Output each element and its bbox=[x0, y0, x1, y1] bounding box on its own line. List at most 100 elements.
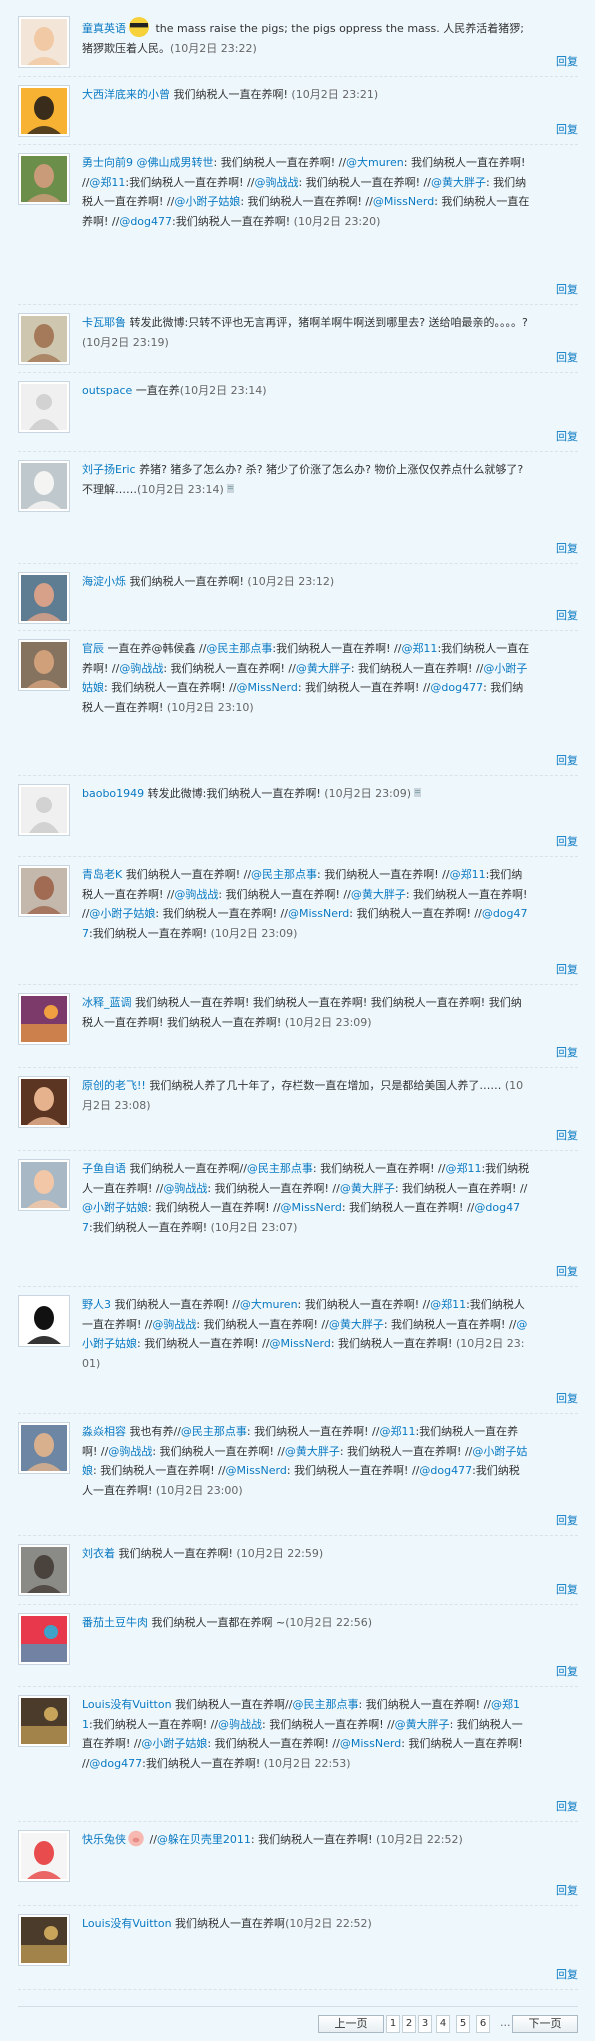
author-link[interactable]: 快乐兔侠 bbox=[82, 1833, 126, 1846]
reply-link[interactable]: 回复 bbox=[556, 833, 578, 849]
reply-link[interactable]: 回复 bbox=[556, 1127, 578, 1143]
mention-link[interactable]: @民主那点事 bbox=[251, 868, 317, 881]
page-link[interactable]: 4 bbox=[436, 2015, 450, 2033]
mention-link[interactable]: @MissNerd bbox=[281, 1201, 342, 1214]
avatar[interactable] bbox=[18, 1830, 70, 1882]
author-link[interactable]: 刘子扬Eric bbox=[82, 463, 136, 476]
mention-link[interactable]: @黄大胖子 bbox=[329, 1318, 384, 1331]
mention-link[interactable]: @民主那点事 bbox=[181, 1425, 247, 1438]
avatar[interactable] bbox=[18, 639, 70, 691]
mention-link[interactable]: @MissNerd bbox=[373, 195, 434, 208]
reply-link[interactable]: 回复 bbox=[556, 1663, 578, 1679]
reply-link[interactable]: 回复 bbox=[556, 1263, 578, 1279]
avatar[interactable] bbox=[18, 313, 70, 365]
author-link[interactable]: 大西洋底来的小曾 bbox=[82, 88, 170, 101]
mention-link[interactable]: @驹战战 bbox=[174, 888, 218, 901]
mention-link[interactable]: @郑11 bbox=[379, 1425, 415, 1438]
reply-link[interactable]: 回复 bbox=[556, 1044, 578, 1060]
mention-link[interactable]: @MissNerd bbox=[288, 907, 349, 920]
avatar[interactable] bbox=[18, 784, 70, 836]
avatar[interactable] bbox=[18, 1076, 70, 1128]
avatar[interactable] bbox=[18, 993, 70, 1045]
avatar[interactable] bbox=[18, 460, 70, 512]
prev-page-button[interactable]: 上一页 bbox=[318, 2015, 384, 2033]
page-link[interactable]: 3 bbox=[418, 2015, 432, 2033]
mention-link[interactable]: @大muren bbox=[240, 1298, 298, 1311]
reply-link[interactable]: 回复 bbox=[556, 281, 578, 297]
author-link[interactable]: 勇士向前9 @佛山成男转世 bbox=[82, 156, 214, 169]
reply-link[interactable]: 回复 bbox=[556, 349, 578, 365]
reply-link[interactable]: 回复 bbox=[556, 1966, 578, 1982]
mention-link[interactable]: @黄大胖子 bbox=[340, 1182, 395, 1195]
mention-link[interactable]: @大muren bbox=[346, 156, 404, 169]
author-link[interactable]: Louis没有Vuitton bbox=[82, 1698, 172, 1711]
reply-link[interactable]: 回复 bbox=[556, 1390, 578, 1406]
page-link[interactable]: 6 bbox=[476, 2015, 490, 2033]
author-link[interactable]: 卡瓦耶鲁 bbox=[82, 316, 126, 329]
reply-link[interactable]: 回复 bbox=[556, 121, 578, 137]
mention-link[interactable]: @MissNerd bbox=[270, 1337, 331, 1350]
reply-link[interactable]: 回复 bbox=[556, 53, 578, 69]
reply-link[interactable]: 回复 bbox=[556, 428, 578, 444]
reply-link[interactable]: 回复 bbox=[556, 1581, 578, 1597]
mention-link[interactable]: @郑11 bbox=[445, 1162, 481, 1175]
reply-link[interactable]: 回复 bbox=[556, 752, 578, 768]
mention-link[interactable]: @驹战战 bbox=[152, 1318, 196, 1331]
mention-link[interactable]: @黄大胖子 bbox=[431, 176, 486, 189]
mention-link[interactable]: @小跗子姑娘 bbox=[89, 907, 155, 920]
mention-link[interactable]: @驹战战 bbox=[218, 1718, 262, 1731]
mention-link[interactable]: @小跗子姑娘 bbox=[82, 1201, 148, 1214]
reply-link[interactable]: 回复 bbox=[556, 540, 578, 556]
next-page-button[interactable]: 下一页 bbox=[512, 2015, 578, 2033]
avatar[interactable] bbox=[18, 1544, 70, 1596]
avatar[interactable] bbox=[18, 1295, 70, 1347]
author-link[interactable]: Louis没有Vuitton bbox=[82, 1917, 172, 1930]
author-link[interactable]: 野人3 bbox=[82, 1298, 111, 1311]
avatar[interactable] bbox=[18, 1695, 70, 1747]
author-link[interactable]: 童真英语 bbox=[82, 22, 126, 35]
mention-link[interactable]: @驹战战 bbox=[108, 1445, 152, 1458]
author-link[interactable]: 子鱼自语 bbox=[82, 1162, 126, 1175]
mention-link[interactable]: @MissNerd bbox=[226, 1464, 287, 1477]
mention-link[interactable]: @郑11 bbox=[450, 868, 486, 881]
avatar[interactable] bbox=[18, 153, 70, 205]
author-link[interactable]: 冰释_蓝调 bbox=[82, 996, 132, 1009]
author-link[interactable]: 淼焱相容 bbox=[82, 1425, 126, 1438]
mention-link[interactable]: @dog477 bbox=[430, 681, 483, 694]
mention-link[interactable]: @民主那点事 bbox=[292, 1698, 358, 1711]
page-link[interactable]: 2 bbox=[402, 2015, 416, 2033]
mention-link[interactable]: @郑11 bbox=[401, 642, 437, 655]
mention-link[interactable]: @黄大胖子 bbox=[285, 1445, 340, 1458]
mention-link[interactable]: @郑11 bbox=[430, 1298, 466, 1311]
mention-link[interactable]: @dog477 bbox=[419, 1464, 472, 1477]
reply-link[interactable]: 回复 bbox=[556, 1512, 578, 1528]
mention-link[interactable]: @民主那点事 bbox=[247, 1162, 313, 1175]
mention-link[interactable]: @躲在贝壳里2011 bbox=[157, 1833, 251, 1846]
mention-link[interactable]: @小跗子姑娘 bbox=[141, 1737, 207, 1750]
mention-link[interactable]: @黄大胖子 bbox=[296, 662, 351, 675]
mention-link[interactable]: @驹战战 bbox=[163, 1182, 207, 1195]
author-link[interactable]: 海淀小烁 bbox=[82, 575, 126, 588]
mention-link[interactable]: @MissNerd bbox=[340, 1737, 401, 1750]
avatar[interactable] bbox=[18, 1159, 70, 1211]
page-link[interactable]: 1 bbox=[386, 2015, 400, 2033]
avatar[interactable] bbox=[18, 381, 70, 433]
avatar[interactable] bbox=[18, 572, 70, 624]
mention-link[interactable]: @dog477 bbox=[89, 1757, 142, 1770]
avatar[interactable] bbox=[18, 1613, 70, 1665]
reply-link[interactable]: 回复 bbox=[556, 1882, 578, 1898]
author-link[interactable]: outspace bbox=[82, 384, 132, 397]
author-link[interactable]: 原创的老飞!! bbox=[82, 1079, 146, 1092]
avatar[interactable] bbox=[18, 85, 70, 137]
author-link[interactable]: baobo1949 bbox=[82, 787, 144, 800]
mention-link[interactable]: @MissNerd bbox=[237, 681, 298, 694]
reply-link[interactable]: 回复 bbox=[556, 1798, 578, 1814]
mention-link[interactable]: @dog477 bbox=[119, 215, 172, 228]
avatar[interactable] bbox=[18, 1422, 70, 1474]
mention-link[interactable]: @黄大胖子 bbox=[395, 1718, 450, 1731]
page-link[interactable]: 5 bbox=[456, 2015, 470, 2033]
author-link[interactable]: 青岛老K bbox=[82, 868, 122, 881]
author-link[interactable]: 官辰 bbox=[82, 642, 104, 655]
avatar[interactable] bbox=[18, 1914, 70, 1966]
reply-link[interactable]: 回复 bbox=[556, 961, 578, 977]
